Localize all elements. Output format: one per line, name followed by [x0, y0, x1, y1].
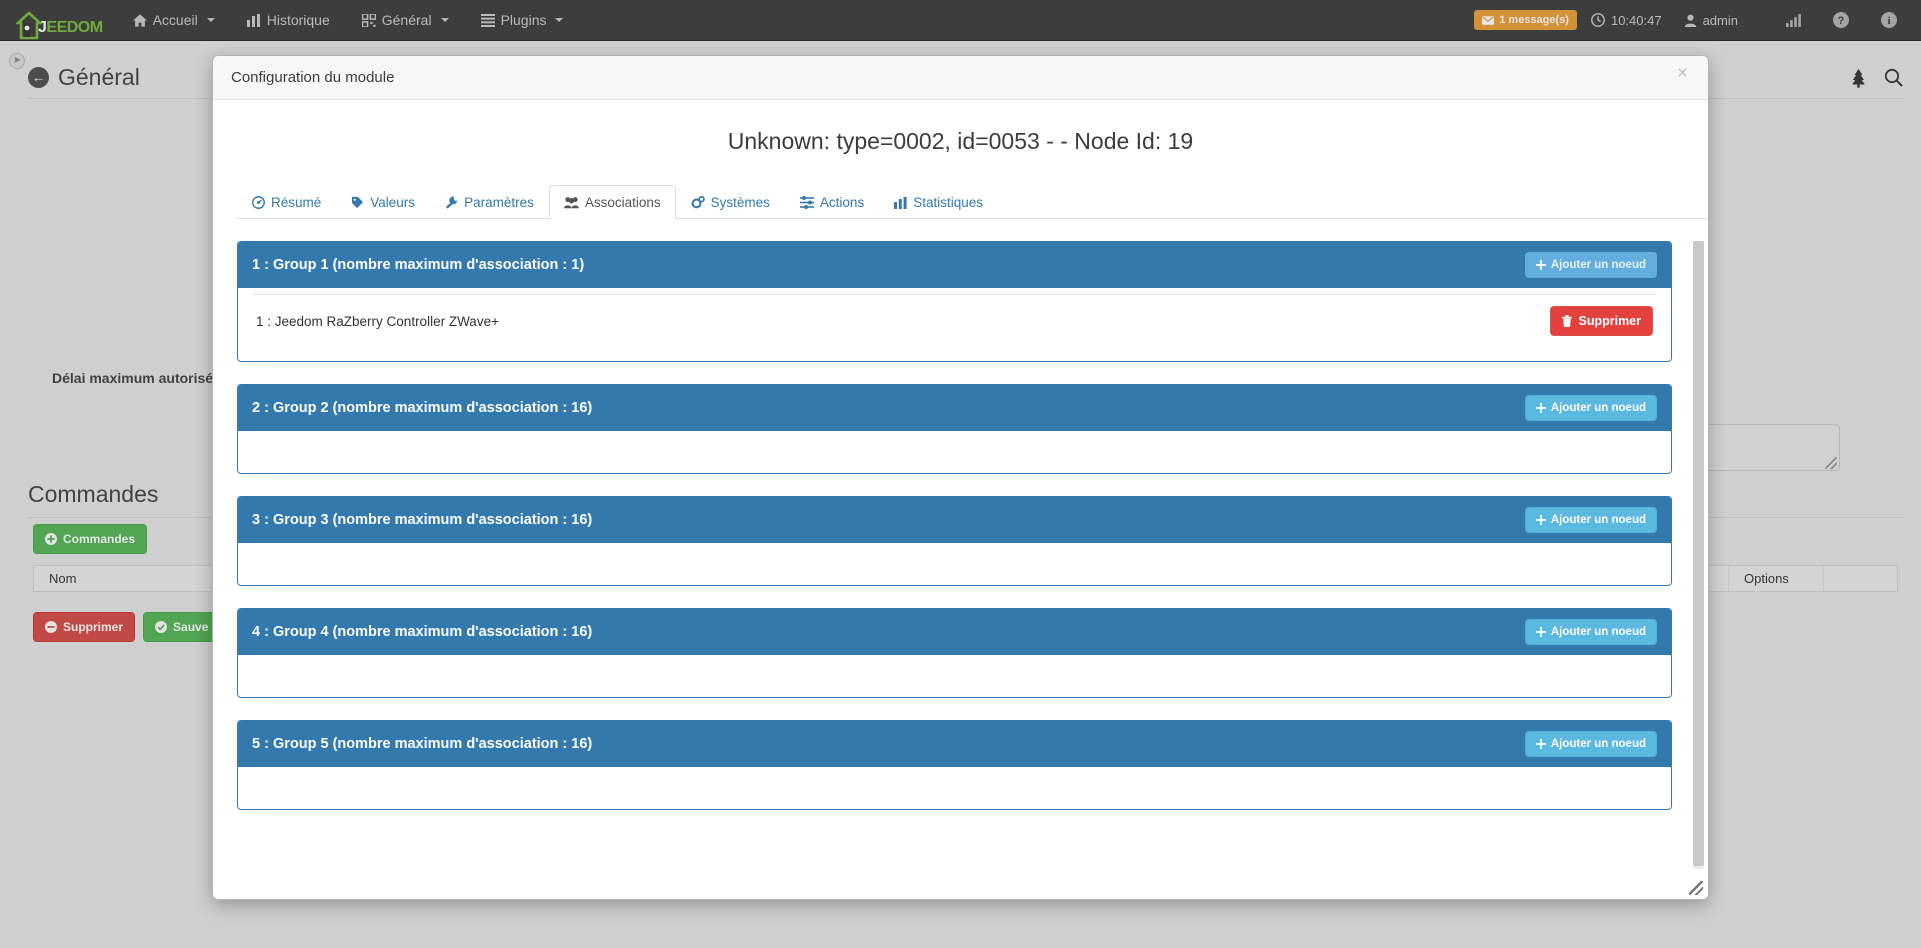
- association-group-header: 2 : Group 2 (nombre maximum d'associatio…: [238, 385, 1671, 431]
- add-node-label: Ajouter un noeud: [1550, 402, 1646, 414]
- tab-parametres-label: Paramètres: [464, 195, 534, 210]
- add-node-label: Ajouter un noeud: [1550, 626, 1646, 638]
- tab-resume-label: Résumé: [271, 195, 322, 210]
- modal-title: Configuration du module: [231, 69, 395, 86]
- association-group-title: 4 : Group 4 (nombre maximum d'associatio…: [252, 624, 593, 640]
- association-group-panel: 3 : Group 3 (nombre maximum d'associatio…: [237, 496, 1672, 586]
- association-group-header: 4 : Group 4 (nombre maximum d'associatio…: [238, 609, 1671, 655]
- association-group-body: [238, 767, 1671, 809]
- gears-icon: [691, 196, 705, 209]
- tab-associations-label: Associations: [584, 195, 661, 210]
- association-node-label: 1 : Jeedom RaZberry Controller ZWave+: [256, 313, 499, 329]
- association-group-header: 1 : Group 1 (nombre maximum d'associatio…: [238, 242, 1671, 288]
- association-group-panel: 1 : Group 1 (nombre maximum d'associatio…: [237, 241, 1672, 362]
- delete-node-button[interactable]: Supprimer: [1550, 306, 1653, 336]
- tab-statistiques[interactable]: Statistiques: [879, 185, 998, 219]
- modal-header: Configuration du module ×: [213, 56, 1708, 100]
- association-group-header: 3 : Group 3 (nombre maximum d'associatio…: [238, 497, 1671, 543]
- tab-actions-label: Actions: [819, 195, 865, 210]
- plus-icon: [1535, 627, 1546, 637]
- tab-valeurs-label: Valeurs: [370, 195, 416, 210]
- plus-icon: [1535, 403, 1546, 413]
- tag-icon: [351, 196, 364, 209]
- modal-tabs: Résumé Valeurs Paramètres Associations S…: [237, 185, 1708, 219]
- tab-resume[interactable]: Résumé: [237, 185, 336, 219]
- tab-systemes-label: Systèmes: [710, 195, 770, 210]
- association-group-title: 3 : Group 3 (nombre maximum d'associatio…: [252, 512, 593, 528]
- association-group-title: 1 : Group 1 (nombre maximum d'associatio…: [252, 257, 585, 273]
- add-node-button[interactable]: Ajouter un noeud: [1524, 252, 1657, 278]
- tab-systemes[interactable]: Systèmes: [676, 185, 785, 219]
- add-node-button[interactable]: Ajouter un noeud: [1524, 395, 1657, 421]
- add-node-button[interactable]: Ajouter un noeud: [1524, 731, 1657, 757]
- modal-resize-handle[interactable]: [1689, 881, 1703, 895]
- wrench-icon: [445, 196, 458, 209]
- plus-icon: [1535, 515, 1546, 525]
- associations-scroll-area: 1 : Group 1 (nombre maximum d'associatio…: [237, 241, 1690, 869]
- association-group-title: 5 : Group 5 (nombre maximum d'associatio…: [252, 736, 593, 752]
- modal-scrollbar[interactable]: [1693, 241, 1704, 869]
- add-node-button[interactable]: Ajouter un noeud: [1524, 507, 1657, 533]
- association-group-panel: 5 : Group 5 (nombre maximum d'associatio…: [237, 720, 1672, 810]
- node-heading: Unknown: type=0002, id=0053 - - Node Id:…: [727, 128, 1194, 154]
- module-configuration-modal: Configuration du module × Unknown: type=…: [212, 55, 1709, 900]
- sliders-icon: [799, 196, 814, 209]
- modal-scrollbar-thumb[interactable]: [1693, 241, 1704, 866]
- association-group-body: [238, 431, 1671, 473]
- association-group-body: [238, 655, 1671, 697]
- association-group-body: [238, 543, 1671, 585]
- add-node-label: Ajouter un noeud: [1550, 738, 1646, 750]
- add-node-button[interactable]: Ajouter un noeud: [1524, 619, 1657, 645]
- plus-icon: [1535, 739, 1546, 749]
- add-node-label: Ajouter un noeud: [1550, 259, 1646, 271]
- tab-associations[interactable]: Associations: [548, 185, 676, 219]
- close-icon[interactable]: ×: [1675, 64, 1690, 83]
- tab-statistiques-label: Statistiques: [913, 195, 983, 210]
- trash-icon: [1562, 315, 1573, 327]
- tab-actions[interactable]: Actions: [785, 185, 879, 219]
- associations-list: 1 : Group 1 (nombre maximum d'associatio…: [237, 241, 1690, 810]
- add-node-label: Ajouter un noeud: [1550, 514, 1646, 526]
- modal-body: Unknown: type=0002, id=0053 - - Node Id:…: [213, 100, 1708, 899]
- association-group-panel: 4 : Group 4 (nombre maximum d'associatio…: [237, 608, 1672, 698]
- tab-parametres[interactable]: Paramètres: [430, 185, 549, 219]
- dashboard-icon: [252, 196, 265, 209]
- association-group-header: 5 : Group 5 (nombre maximum d'associatio…: [238, 721, 1671, 767]
- association-group-title: 2 : Group 2 (nombre maximum d'associatio…: [252, 400, 593, 416]
- plus-icon: [1535, 260, 1546, 270]
- tab-valeurs[interactable]: Valeurs: [336, 185, 430, 219]
- chart-bar-icon: [894, 196, 907, 209]
- association-group-body: 1 : Jeedom RaZberry Controller ZWave+ Su…: [238, 288, 1671, 361]
- association-group-panel: 2 : Group 2 (nombre maximum d'associatio…: [237, 384, 1672, 474]
- association-node-row: 1 : Jeedom RaZberry Controller ZWave+ Su…: [252, 294, 1657, 347]
- users-icon: [563, 196, 579, 209]
- delete-node-label: Supprimer: [1578, 314, 1641, 328]
